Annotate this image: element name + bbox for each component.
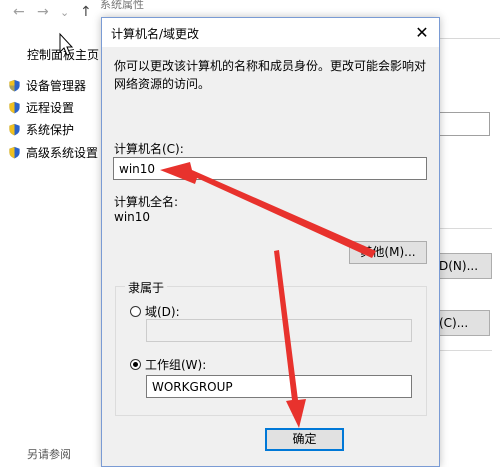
uac-shield-icon [9, 101, 20, 113]
radio-unchecked-icon [130, 306, 141, 317]
radio-checked-icon [130, 359, 141, 370]
close-icon[interactable]: ✕ [405, 18, 439, 47]
domain-radio-label: 域(D): [145, 305, 180, 319]
divider [437, 38, 500, 39]
full-name-label: 计算机全名: [114, 195, 179, 209]
workgroup-radio[interactable]: 工作组(W): [130, 356, 206, 373]
sidebar-item-label: 高级系统设置 [26, 145, 99, 160]
sidebar-item-device-manager[interactable]: 设备管理器 [8, 76, 86, 94]
sidebar-item-remote-settings[interactable]: 远程设置 [8, 98, 74, 116]
workgroup-radio-label: 工作组(W): [145, 358, 207, 372]
sidebar-item-system-protection[interactable]: 系统保护 [8, 120, 74, 138]
computer-name-dialog: 计算机名/域更改 ✕ 你可以更改该计算机的名称和成员身份。更改可能会影响对网络资… [101, 17, 440, 467]
uac-shield-icon [9, 146, 20, 158]
see-also-label: 另请参阅 [27, 448, 71, 461]
full-name-value: win10 [114, 210, 151, 224]
dialog-description: 你可以更改该计算机的名称和成员身份。更改可能会影响对网络资源的访问。 [114, 59, 427, 91]
uac-shield-icon [9, 79, 20, 91]
sidebar-item-label: 设备管理器 [26, 78, 87, 93]
uac-shield-icon [9, 123, 20, 135]
computer-name-input[interactable]: win10 [113, 157, 427, 180]
recent-dropdown-icon[interactable]: ⌄ [60, 6, 69, 19]
back-arrow-icon[interactable]: ← [13, 4, 25, 20]
domain-input[interactable] [146, 319, 412, 342]
computer-name-label: 计算机名(C): [114, 142, 184, 156]
workgroup-input[interactable]: WORKGROUP [146, 375, 412, 398]
sidebar-item-advanced-system-settings[interactable]: 高级系统设置 [8, 143, 98, 161]
divider [437, 228, 492, 229]
domain-radio[interactable]: 域(D): [130, 303, 180, 320]
more-button[interactable]: 其他(M)... [349, 241, 427, 264]
member-of-label: 隶属于 [125, 279, 168, 296]
dialog-titlebar[interactable]: 计算机名/域更改 ✕ [102, 18, 439, 47]
ok-button[interactable]: 确定 [265, 428, 344, 451]
window-title: 系统属性 [100, 0, 144, 11]
dialog-title: 计算机名/域更改 [111, 27, 200, 41]
change-button[interactable]: (C)... [437, 310, 490, 336]
up-arrow-icon[interactable]: ↑ [80, 4, 92, 20]
background-right-panel: D(N)... (C)... [437, 0, 500, 465]
control-panel-home-link[interactable]: 控制面板主页 [27, 46, 99, 63]
forward-arrow-icon[interactable]: → [37, 4, 49, 20]
background-description-field [437, 112, 490, 136]
sidebar-item-label: 远程设置 [26, 100, 75, 115]
sidebar-item-label: 系统保护 [26, 122, 75, 137]
divider [437, 350, 492, 351]
network-id-button[interactable]: D(N)... [437, 253, 492, 279]
